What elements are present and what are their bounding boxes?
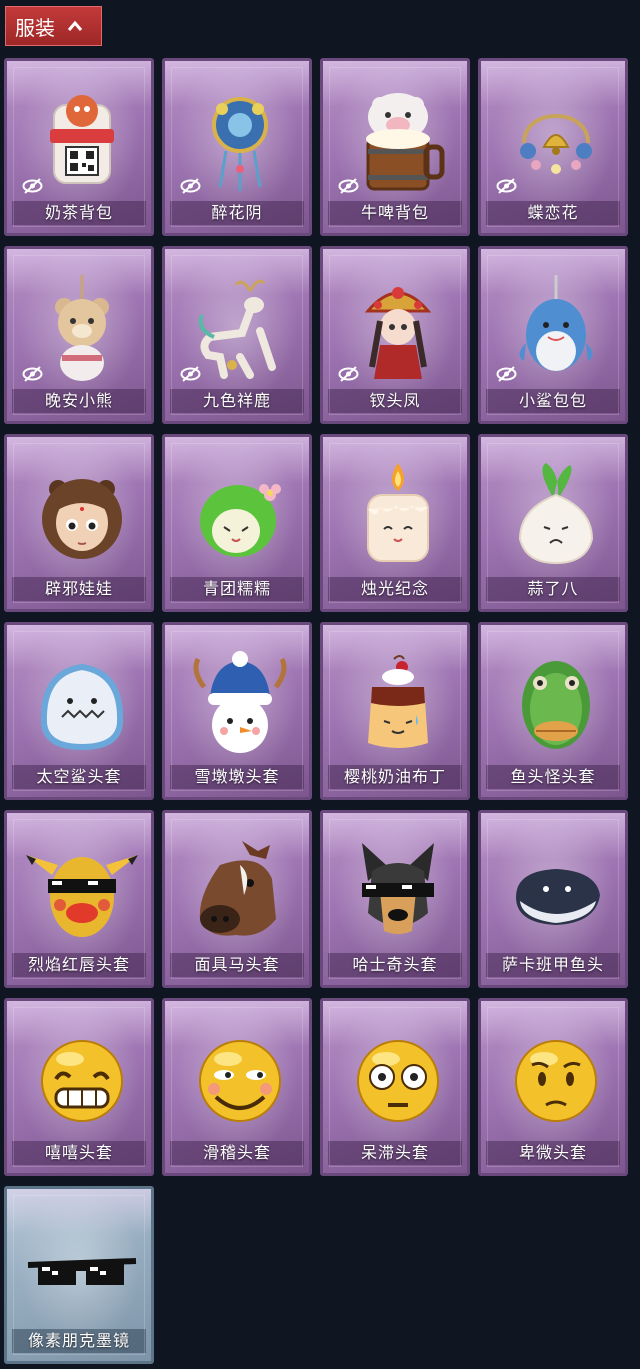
- qingtuan-item-image: [200, 484, 281, 557]
- snowman-item-image: [193, 651, 287, 753]
- costume-name: 烛光纪念: [328, 577, 462, 601]
- pudding-item-image: [368, 655, 428, 748]
- costume-name: 青团糯糯: [170, 577, 304, 601]
- costume-name: 鱼头怪头套: [486, 765, 620, 789]
- glasses-item-image: [27, 1258, 137, 1285]
- costume-card[interactable]: 青团糯糯: [162, 434, 312, 612]
- costume-card[interactable]: 萨卡班甲鱼头: [478, 810, 628, 988]
- costume-card[interactable]: 蝶恋花: [478, 58, 628, 236]
- costume-name: 蒜了八: [486, 577, 620, 601]
- cowbeer-item-image: [366, 93, 445, 191]
- spaceshark-item-image: [40, 663, 124, 751]
- costume-name: 呆滞头套: [328, 1141, 462, 1165]
- costume-card[interactable]: 晚安小熊: [4, 246, 154, 424]
- costume-card[interactable]: 呆滞头套: [320, 998, 470, 1176]
- costume-name: 奶茶背包: [12, 201, 146, 225]
- costume-card[interactable]: 樱桃奶油布丁: [320, 622, 470, 800]
- costume-name: 像素朋克墨镜: [12, 1329, 146, 1353]
- charm-item-image: [212, 97, 268, 191]
- chevron-up-icon: [67, 20, 83, 31]
- costume-grid: 奶茶背包 醉花阴 牛啤背包 蝶恋花 晚安小熊 九色祥鹿 钗头凤 小鲨包包 辟邪娃…: [4, 58, 628, 1364]
- costume-name: 钗头凤: [328, 389, 462, 413]
- costume-name: 嘻嘻头套: [12, 1141, 146, 1165]
- eye-hidden-icon[interactable]: [496, 178, 517, 194]
- costume-name: 小鲨包包: [486, 389, 620, 413]
- costume-name: 哈士奇头套: [328, 953, 462, 977]
- costume-card[interactable]: 雪墩墩头套: [162, 622, 312, 800]
- husky-item-image: [362, 843, 434, 934]
- phoenix-item-image: [364, 287, 432, 379]
- horse-item-image: [199, 841, 276, 936]
- eye-hidden-icon[interactable]: [180, 178, 201, 194]
- garlic-item-image: [518, 463, 594, 565]
- costume-name: 樱桃奶油布丁: [328, 765, 462, 789]
- bell-item-image: [520, 114, 592, 174]
- costume-card[interactable]: 面具马头套: [162, 810, 312, 988]
- bear-item-image: [55, 275, 109, 381]
- costume-name: 九色祥鹿: [170, 389, 304, 413]
- costume-card[interactable]: 奶茶背包: [4, 58, 154, 236]
- costume-card[interactable]: 嘻嘻头套: [4, 998, 154, 1176]
- costume-card[interactable]: 烛光纪念: [320, 434, 470, 612]
- costume-card[interactable]: 辟邪娃娃: [4, 434, 154, 612]
- eye-hidden-icon[interactable]: [338, 178, 359, 194]
- doll-item-image: [42, 479, 122, 559]
- costume-card[interactable]: 太空鲨头套: [4, 622, 154, 800]
- costume-card[interactable]: 九色祥鹿: [162, 246, 312, 424]
- costume-card[interactable]: 钗头凤: [320, 246, 470, 424]
- costume-name: 醉花阴: [170, 201, 304, 225]
- pika-item-image: [26, 855, 138, 937]
- eye-hidden-icon[interactable]: [22, 178, 43, 194]
- deer-item-image: [198, 279, 276, 379]
- costume-name: 烈焰红唇头套: [12, 953, 146, 977]
- costume-card[interactable]: 醉花阴: [162, 58, 312, 236]
- eye-hidden-icon[interactable]: [22, 366, 43, 382]
- eye-hidden-icon[interactable]: [180, 366, 201, 382]
- costume-card[interactable]: 卑微头套: [478, 998, 628, 1176]
- category-toggle-button[interactable]: 服装: [5, 6, 102, 46]
- costume-card[interactable]: 哈士奇头套: [320, 810, 470, 988]
- fish-item-image: [516, 869, 600, 925]
- grin-item-image: [41, 1040, 123, 1122]
- costume-card[interactable]: 烈焰红唇头套: [4, 810, 154, 988]
- costume-card[interactable]: 滑稽头套: [162, 998, 312, 1176]
- costume-card[interactable]: 小鲨包包: [478, 246, 628, 424]
- costume-card[interactable]: 蒜了八: [478, 434, 628, 612]
- candle-item-image: [367, 463, 429, 562]
- costume-name: 辟邪娃娃: [12, 577, 146, 601]
- costume-name: 面具马头套: [170, 953, 304, 977]
- costume-card[interactable]: 像素朋克墨镜: [4, 1186, 154, 1364]
- shark-item-image: [519, 275, 593, 371]
- costume-name: 晚安小熊: [12, 389, 146, 413]
- eye-hidden-icon[interactable]: [496, 366, 517, 382]
- costume-card[interactable]: 鱼头怪头套: [478, 622, 628, 800]
- stare-item-image: [357, 1040, 439, 1122]
- funny-item-image: [199, 1040, 281, 1122]
- costume-name: 太空鲨头套: [12, 765, 146, 789]
- fishhead-item-image: [522, 661, 590, 749]
- costume-name: 滑稽头套: [170, 1141, 304, 1165]
- costume-name: 雪墩墩头套: [170, 765, 304, 789]
- costume-name: 蝶恋花: [486, 201, 620, 225]
- costume-card[interactable]: 牛啤背包: [320, 58, 470, 236]
- humble-item-image: [515, 1040, 597, 1122]
- costume-name: 牛啤背包: [328, 201, 462, 225]
- milktea-item-image: [50, 95, 114, 184]
- category-label: 服装: [15, 15, 55, 40]
- eye-hidden-icon[interactable]: [338, 366, 359, 382]
- costume-name: 卑微头套: [486, 1141, 620, 1165]
- costume-name: 萨卡班甲鱼头: [486, 953, 620, 977]
